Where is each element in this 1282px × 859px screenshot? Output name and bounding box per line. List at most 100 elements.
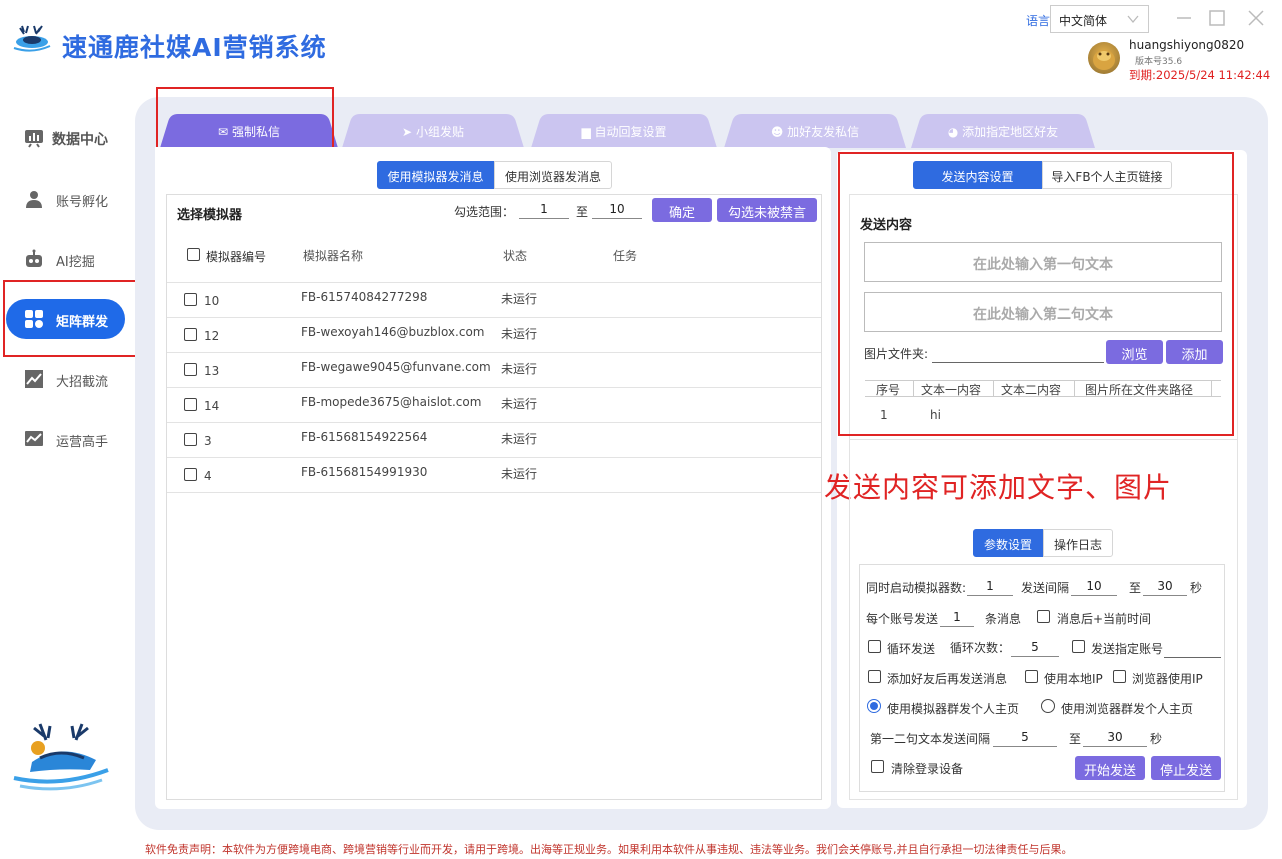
chat-icon: ▆: [581, 125, 591, 139]
tab-label: 小组发贴: [415, 125, 464, 139]
column-header: 状态: [503, 249, 528, 263]
concurrent-input[interactable]: 1: [967, 576, 1013, 596]
confirm-button[interactable]: 确定: [652, 198, 712, 222]
sidebar-item-operations[interactable]: 运营高手: [0, 419, 140, 459]
interval-from-input[interactable]: 10: [1071, 576, 1117, 596]
tab-add-friend-message[interactable]: ☻ 加好友发私信: [724, 114, 906, 148]
row-checkbox[interactable]: [184, 363, 197, 376]
browser-ip-checkbox[interactable]: [1113, 670, 1126, 683]
row-name: FB-wegawe9045@funvane.com: [301, 360, 491, 374]
range-label: 勾选范围：: [454, 205, 515, 219]
minimize-icon[interactable]: [1174, 8, 1194, 28]
sidebar-item-label: 大招截流: [56, 375, 109, 390]
simulator-box: [166, 194, 822, 800]
loop-count-input[interactable]: 5: [1011, 637, 1059, 657]
range-to-label: 至: [576, 205, 589, 219]
app-title: 速通鹿社媒AI营销系统: [62, 33, 327, 62]
row-divider: [167, 352, 821, 353]
app-window: 速通鹿社媒AI营销系统 语言 中文简体 huangshiyong0820 版本号…: [0, 0, 1282, 859]
globe-icon: ◕: [947, 125, 959, 139]
interval-to-input[interactable]: 30: [1143, 576, 1187, 596]
row-id: 12: [204, 329, 220, 343]
avatar[interactable]: [1088, 42, 1120, 74]
sidebar-item-label: 账号孵化: [56, 195, 109, 210]
tab-param-settings[interactable]: 参数设置: [973, 529, 1043, 557]
version-text: 版本号35.6: [1135, 57, 1183, 67]
send-icon: ➤: [402, 125, 413, 139]
local-ip-checkbox[interactable]: [1025, 670, 1038, 683]
tab-label: 加好友发私信: [787, 125, 860, 139]
clear-device-checkbox[interactable]: [871, 760, 884, 773]
per-account-unit: 条消息: [985, 612, 1022, 626]
row-status: 未运行: [501, 327, 538, 341]
interval-to-label: 至: [1129, 581, 1142, 595]
loop-count-label: 循环次数：: [950, 641, 1011, 655]
brand-logo-icon: [10, 722, 112, 794]
radio-simulator-homepage[interactable]: [867, 699, 881, 713]
second-interval-from-input[interactable]: 5: [993, 727, 1057, 747]
row-checkbox[interactable]: [184, 398, 197, 411]
row-id: 14: [204, 399, 220, 413]
append-time-checkbox[interactable]: [1037, 610, 1050, 623]
highlight-box-sidebar: [3, 280, 147, 357]
start-send-button[interactable]: 开始发送: [1075, 756, 1145, 780]
second-interval-label: 第一二句文本发送间隔: [870, 732, 991, 746]
append-time-label: 消息后+当前时间: [1057, 612, 1152, 626]
add-friend-send-checkbox[interactable]: [868, 670, 881, 683]
radio-browser-homepage[interactable]: [1041, 699, 1055, 713]
tab-label: 自动回复设置: [594, 125, 667, 139]
tab-auto-reply[interactable]: ▆ 自动回复设置: [531, 114, 717, 148]
trend-up-icon: [25, 370, 43, 388]
row-checkbox[interactable]: [184, 468, 197, 481]
sidebar-item-ai[interactable]: AI挖掘: [0, 239, 140, 279]
simulator-title: 选择模拟器: [177, 208, 243, 223]
send-specified-checkbox[interactable]: [1072, 640, 1085, 653]
tab-operation-log[interactable]: 操作日志: [1043, 529, 1113, 557]
row-id: 4: [204, 469, 212, 483]
send-mode-browser[interactable]: 使用浏览器发消息: [494, 161, 612, 189]
radio-browser-label: 使用浏览器群发个人主页: [1061, 702, 1194, 716]
close-icon[interactable]: [1246, 8, 1266, 28]
specified-account-input[interactable]: [1164, 657, 1221, 658]
column-header: 模拟器名称: [303, 249, 364, 263]
language-label: 语言: [1026, 14, 1051, 28]
second-interval-to-input[interactable]: 30: [1083, 727, 1147, 747]
select-all-checkbox[interactable]: [187, 248, 200, 261]
per-account-input[interactable]: 1: [940, 607, 974, 627]
row-checkbox[interactable]: [184, 433, 197, 446]
sidebar-item-data-center[interactable]: 数据中心: [0, 118, 140, 158]
add-friend-send-label: 添加好友后再发送消息: [887, 672, 1008, 686]
row-status: 未运行: [501, 467, 538, 481]
row-name: FB-mopede3675@haislot.com: [301, 395, 482, 409]
expire-text: 到期:2025/5/24 11:42:44: [1129, 68, 1271, 82]
sidebar-item-label: 数据中心: [52, 132, 108, 148]
tab-group-post[interactable]: ➤ 小组发贴: [342, 114, 524, 148]
row-status: 未运行: [501, 292, 538, 306]
chart-board-icon: [25, 130, 43, 148]
sidebar-item-intercept[interactable]: 大招截流: [0, 359, 140, 399]
tab-add-region-friends[interactable]: ◕ 添加指定地区好友: [911, 114, 1095, 148]
send-mode-simulator[interactable]: 使用模拟器发消息: [377, 161, 494, 189]
row-id: 3: [204, 434, 212, 448]
sidebar-item-account[interactable]: 账号孵化: [0, 179, 140, 219]
range-from-input[interactable]: 1: [519, 199, 569, 219]
send-specified-label: 发送指定账号: [1091, 642, 1164, 656]
language-select[interactable]: 中文简体: [1050, 5, 1149, 33]
maximize-icon[interactable]: [1207, 8, 1227, 28]
line-chart-icon: [25, 431, 43, 446]
range-to-input[interactable]: 10: [592, 199, 642, 219]
row-status: 未运行: [501, 397, 538, 411]
app-logo-icon: [12, 24, 52, 54]
sidebar-item-label: 运营高手: [56, 435, 109, 450]
stop-send-button[interactable]: 停止发送: [1151, 756, 1221, 780]
row-divider: [167, 457, 821, 458]
row-checkbox[interactable]: [184, 293, 197, 306]
language-value: 中文简体: [1059, 14, 1108, 28]
select-unbanned-button[interactable]: 勾选未被禁言: [717, 198, 817, 222]
per-account-label: 每个账号发送: [866, 612, 939, 626]
loop-send-checkbox[interactable]: [868, 640, 881, 653]
row-checkbox[interactable]: [184, 328, 197, 341]
loop-send-label: 循环发送: [887, 642, 936, 656]
row-status: 未运行: [501, 432, 538, 446]
tab-label: 添加指定地区好友: [962, 125, 1059, 139]
